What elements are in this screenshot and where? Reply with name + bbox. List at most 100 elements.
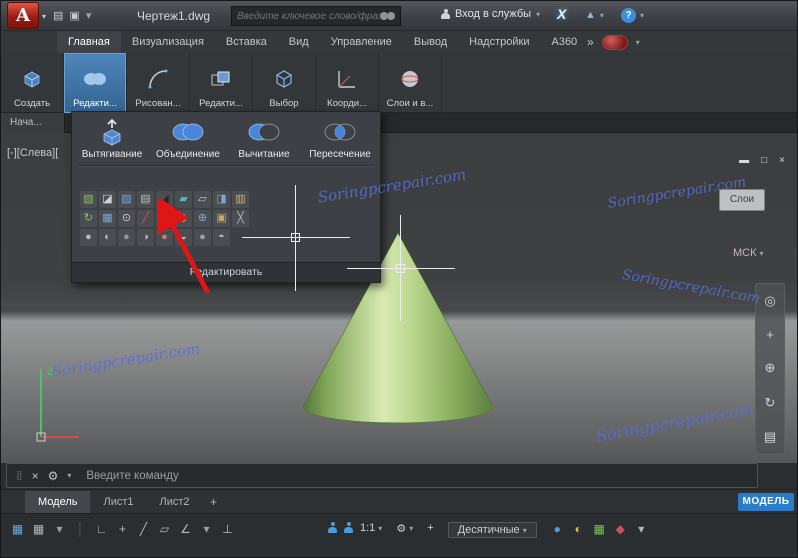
offset-faces-icon[interactable]: ▨ (118, 191, 135, 208)
ribbon-tab[interactable]: Управление (320, 31, 403, 53)
navigation-bar: ◎ + ⊕ ↻ ▤ (755, 283, 785, 455)
panel-draw[interactable]: Рисован... (127, 53, 190, 113)
search-input[interactable] (237, 10, 380, 22)
ribbon-tab[interactable]: Вставка (215, 31, 278, 53)
isolate-objects-icon[interactable]: ◐ (572, 522, 585, 536)
presspull-button[interactable]: Вытягивание (74, 118, 150, 160)
copy-edges-icon[interactable]: ⊙ (118, 210, 135, 227)
scale-value: 1:1 (360, 522, 376, 534)
layout-tab[interactable]: Модель (25, 490, 91, 513)
panel-layers-view[interactable]: Слои и в... (379, 53, 442, 113)
panel-label: Редакти... (73, 98, 117, 109)
snap-mode-icon[interactable]: ▦ (32, 522, 45, 536)
command-prompt-text[interactable]: Введите команду (86, 470, 178, 482)
drag-grip-icon[interactable]: ⣿ (16, 470, 23, 481)
intersect-button[interactable]: Пересечение (302, 118, 378, 160)
union-button[interactable]: Объединение (150, 118, 226, 160)
ribbon-tab[interactable]: Вид (278, 31, 320, 53)
close-icon[interactable]: × (779, 155, 785, 166)
ribbon-tab[interactable]: Вывод (403, 31, 458, 53)
autodesk-exchange-icon[interactable]: X (557, 6, 566, 22)
plot-icon[interactable]: ▣ (69, 9, 79, 23)
graphics-performance-icon[interactable]: ● (551, 522, 564, 536)
chevron-down-icon[interactable]: ▾ (200, 522, 213, 536)
search-binoculars-icon[interactable] (380, 11, 395, 21)
ribbon-overflow-icon[interactable]: » (587, 35, 594, 49)
customize-icon[interactable]: ⚙ (48, 469, 59, 483)
imprint-icon[interactable]: ↻ (80, 210, 97, 227)
sphere-tool-icon[interactable]: ● (80, 229, 97, 246)
viewport-controls-label[interactable]: [-][Слева][ (7, 147, 58, 159)
presspull-icon (97, 118, 127, 146)
crosshair-toggle[interactable]: + (427, 522, 433, 534)
layout-tab[interactable]: Лист1 (90, 491, 146, 513)
chevron-down-icon: ▾ (536, 9, 541, 19)
sphere-tool-icon[interactable]: ● (118, 229, 135, 246)
pan-icon[interactable]: + (766, 327, 774, 342)
ribbon-panel-row: Создать Редакти... Рисован... Редакти...… (1, 53, 797, 113)
extrude-faces-icon[interactable]: ▧ (80, 191, 97, 208)
add-layout-button[interactable]: + (205, 495, 223, 509)
chevron-down-icon[interactable]: ▾ (42, 12, 46, 21)
panel-edit-solids[interactable]: Редакти... (64, 53, 127, 113)
osnap-icon[interactable]: ∠ (179, 522, 192, 536)
chevron-down-icon: ▾ (522, 525, 527, 535)
color-faces-icon[interactable]: ▦ (99, 210, 116, 227)
panel-label: Рисован... (135, 98, 181, 109)
ribbon-tab[interactable]: Главная (57, 31, 121, 53)
red-status-icon[interactable] (601, 34, 628, 50)
zoom-icon[interactable]: ⊕ (765, 360, 776, 376)
panel-modify[interactable]: Редакти... (190, 53, 253, 113)
panel-create[interactable]: Создать (1, 53, 64, 113)
dynamic-input-icon[interactable]: + (116, 522, 129, 536)
annotation-scale-control[interactable]: 1:1 ▾ (360, 522, 382, 534)
restore-icon[interactable]: □ (761, 155, 767, 166)
otrack-icon[interactable]: ⊥ (221, 522, 234, 536)
chevron-down-icon[interactable]: ▾ (86, 9, 92, 23)
panel-selection[interactable]: Выбор (253, 53, 316, 113)
annotation-visibility-icon[interactable] (328, 522, 337, 533)
open-file-icon[interactable]: ▤ (53, 9, 63, 23)
share-icon: ▲ (585, 9, 596, 21)
ribbon-tab[interactable]: Визуализация (121, 31, 215, 53)
chevron-down-icon[interactable]: ▾ (53, 522, 66, 536)
chevron-down-icon[interactable]: ▾ (636, 38, 640, 47)
units-dropdown[interactable]: Десятичные ▾ (447, 522, 537, 538)
move-faces-icon[interactable]: ◪ (99, 191, 116, 208)
navigation-wheel-icon[interactable]: ◎ (764, 293, 775, 309)
orbit-icon[interactable]: ↻ (765, 395, 776, 411)
user-icon (441, 8, 450, 20)
ribbon-tab[interactable]: A360 (540, 31, 588, 53)
workspace-gear-control[interactable]: ⚙ ▾ (396, 522, 413, 535)
annotation-autoscale-icon[interactable] (344, 522, 353, 533)
grid-display-icon[interactable]: ▦ (11, 522, 24, 536)
command-line[interactable]: ⣿ × ⚙ ▾ Введите команду (6, 463, 758, 488)
convert-icon[interactable]: ╳ (232, 210, 249, 227)
share-button[interactable]: ▲ ▾ (585, 9, 604, 21)
infer-constraints-icon[interactable]: ∟ (95, 522, 108, 536)
isodraft-icon[interactable]: ▱ (158, 522, 171, 536)
trusted-paths-icon[interactable]: ▦ (593, 522, 606, 536)
check-icon[interactable]: ▥ (232, 191, 249, 208)
chevron-down-icon[interactable]: ▾ (67, 471, 71, 480)
z-axis-label: Z (47, 366, 54, 378)
separator[interactable]: │ (74, 522, 87, 536)
panel-coordinates[interactable]: Коорди... (316, 53, 379, 113)
model-space-badge[interactable]: МОДЕЛЬ (738, 493, 794, 511)
ucs-dropdown[interactable]: МСК ▾ (733, 247, 764, 259)
subtract-button[interactable]: Вычитание (226, 118, 302, 160)
signin-button[interactable]: Вход в службы ▾ (441, 8, 540, 20)
showmotion-icon[interactable]: ▤ (764, 429, 776, 445)
layout-tab[interactable]: Лист2 (147, 491, 203, 513)
ribbon-tab[interactable]: Надстройки (458, 31, 540, 53)
box-3d-icon (21, 63, 43, 95)
close-icon[interactable]: × (32, 469, 39, 483)
application-menu-button[interactable]: A (7, 2, 39, 29)
help-button[interactable]: ? ▾ (621, 8, 644, 23)
ortho-mode-icon[interactable]: ╱ (137, 522, 150, 536)
sphere-tool-icon[interactable]: ◐ (99, 229, 116, 246)
notification-icon[interactable]: ◆ (614, 522, 627, 536)
file-tab-start[interactable]: Нача... (1, 113, 65, 133)
minimize-icon[interactable]: ▬ (739, 155, 749, 166)
customization-icon[interactable]: ▾ (635, 522, 648, 536)
